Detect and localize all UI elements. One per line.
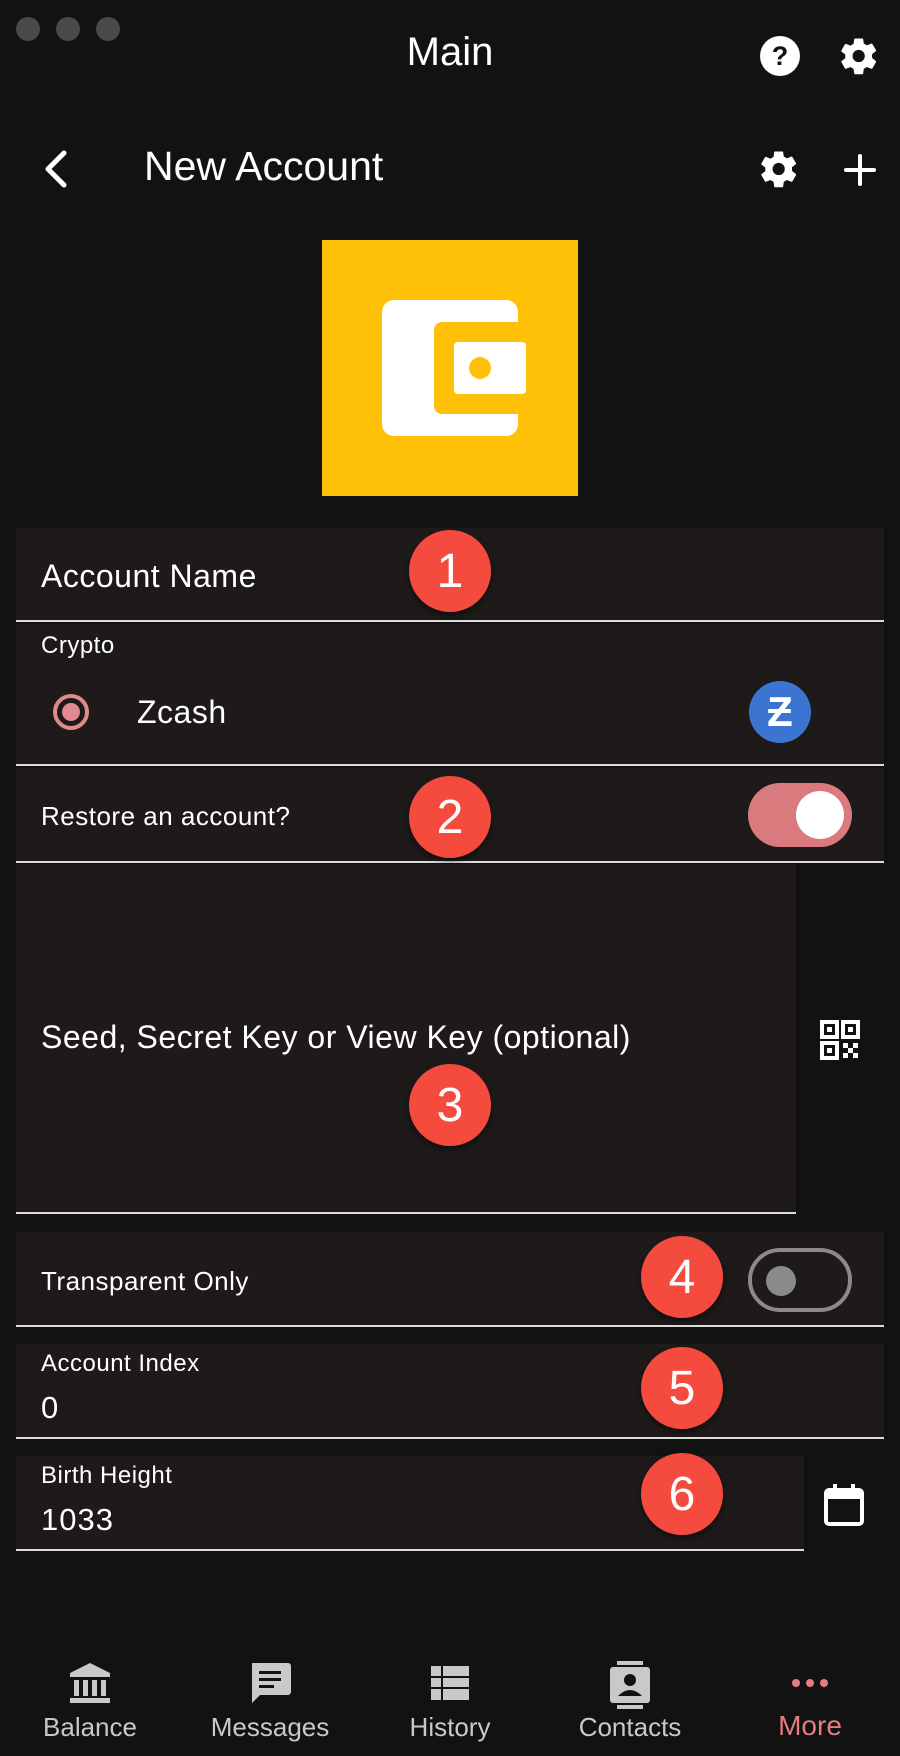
restore-toggle[interactable] xyxy=(748,783,852,847)
account-index-field[interactable]: Account Index 0 xyxy=(16,1344,884,1439)
restore-label: Restore an account? xyxy=(41,801,291,831)
crypto-label: Crypto xyxy=(41,632,115,659)
transparent-only-label: Transparent Only xyxy=(41,1266,249,1296)
nav-messages[interactable]: Messages xyxy=(180,1650,360,1750)
zcash-logo-icon: Ƶ xyxy=(749,681,811,743)
list-icon xyxy=(431,1666,469,1700)
gear-icon xyxy=(761,151,797,188)
calendar-button[interactable] xyxy=(820,1480,868,1530)
nav-history[interactable]: History xyxy=(360,1650,540,1750)
help-icon[interactable]: ? xyxy=(757,33,803,79)
nav-more[interactable]: More xyxy=(720,1650,900,1750)
nav-balance-label: Balance xyxy=(43,1712,137,1742)
plus-icon xyxy=(844,154,876,186)
contact-icon xyxy=(610,1661,650,1709)
scan-qr-button[interactable] xyxy=(817,1017,863,1063)
zcash-radio[interactable] xyxy=(53,694,89,730)
zcash-option-label: Zcash xyxy=(137,694,227,730)
seed-key-placeholder: Seed, Secret Key or View Key (optional) xyxy=(41,1019,631,1055)
step-badge-6: 6 xyxy=(641,1453,723,1535)
message-icon xyxy=(252,1663,291,1703)
nav-balance[interactable]: Balance xyxy=(0,1650,180,1750)
calendar-icon xyxy=(824,1484,864,1526)
step-badge-1: 1 xyxy=(409,530,491,612)
more-icon xyxy=(792,1679,828,1687)
account-settings-button[interactable] xyxy=(756,146,802,192)
step-badge-5: 5 xyxy=(641,1347,723,1429)
chevron-left-icon xyxy=(45,150,67,188)
account-index-value: 0 xyxy=(41,1390,60,1425)
bank-icon xyxy=(70,1663,110,1703)
account-avatar[interactable] xyxy=(322,240,578,496)
birth-height-value: 1033 xyxy=(41,1502,114,1537)
step-badge-3: 3 xyxy=(409,1064,491,1146)
nav-contacts-label: Contacts xyxy=(578,1712,682,1742)
add-button[interactable] xyxy=(838,148,882,192)
page-title: New Account xyxy=(144,143,384,189)
step-badge-4: 4 xyxy=(641,1236,723,1318)
settings-gear-icon[interactable] xyxy=(836,33,882,79)
qr-code-icon xyxy=(820,1020,860,1060)
account-name-label: Account Name xyxy=(41,558,257,594)
wallet-icon xyxy=(382,300,526,436)
nav-more-label: More xyxy=(778,1710,842,1741)
transparent-only-row: Transparent Only xyxy=(16,1232,884,1327)
seed-key-input[interactable]: Seed, Secret Key or View Key (optional) xyxy=(16,864,796,1214)
step-badge-2: 2 xyxy=(409,776,491,858)
svg-text:?: ? xyxy=(772,41,789,71)
back-button[interactable] xyxy=(36,145,76,193)
account-index-label: Account Index xyxy=(41,1350,200,1377)
birth-height-label: Birth Height xyxy=(41,1462,173,1489)
nav-contacts[interactable]: Contacts xyxy=(540,1650,720,1750)
nav-messages-label: Messages xyxy=(210,1712,330,1742)
crypto-selector: Crypto Zcash Ƶ xyxy=(16,624,884,766)
nav-history-label: History xyxy=(409,1712,491,1742)
transparent-only-toggle[interactable] xyxy=(748,1248,852,1312)
